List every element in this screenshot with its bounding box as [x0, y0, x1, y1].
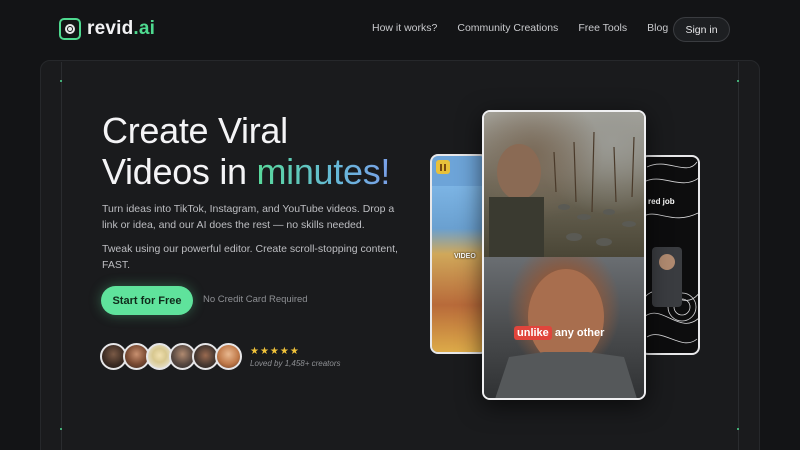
- video-caption: unlike any other: [514, 326, 604, 340]
- pause-icon[interactable]: [436, 160, 450, 174]
- game-scene-thumbnail: [432, 186, 486, 352]
- guide-dot: [60, 80, 62, 82]
- loved-by-creators: Loved by 1,458+ creators: [250, 359, 341, 368]
- left-guide-line: [61, 62, 62, 450]
- top-navbar: revid.ai How it works? Community Creatio…: [0, 0, 800, 60]
- hero-editor-description: Tweak using our powerful editor. Create …: [102, 243, 398, 271]
- nav-link-blog[interactable]: Blog: [647, 22, 668, 34]
- video-preview-card-right[interactable]: red job: [640, 155, 700, 355]
- guide-dot: [60, 428, 62, 430]
- nav-links: How it works? Community Creations Free T…: [372, 22, 668, 34]
- hero-description: Turn ideas into TikTok, Instagram, and Y…: [102, 203, 395, 231]
- topography-pattern: [642, 161, 698, 344]
- brand-logo[interactable]: revid.ai: [59, 18, 155, 40]
- nav-link-free-tools[interactable]: Free Tools: [578, 22, 627, 34]
- creator-avatars: [100, 343, 242, 370]
- brand-name: revid.ai: [87, 18, 156, 39]
- no-credit-card-note: No Credit Card Required: [203, 294, 308, 305]
- start-for-free-button[interactable]: Start for Free: [101, 286, 193, 315]
- right-guide-line: [738, 62, 739, 450]
- video-preview-card-main[interactable]: unlike any other: [482, 110, 646, 400]
- left-card-caption: VIDEO: [454, 253, 476, 260]
- headline-highlight: minutes!: [256, 151, 391, 192]
- video-preview-card-left[interactable]: VIDEO: [430, 154, 488, 354]
- sign-in-button[interactable]: Sign in: [673, 17, 730, 42]
- avatar: [215, 343, 242, 370]
- nav-link-how-it-works[interactable]: How it works?: [372, 22, 437, 34]
- battlefield-scene-thumbnail: [484, 112, 644, 257]
- nav-link-community-creations[interactable]: Community Creations: [457, 22, 558, 34]
- rating-stars: ★★★★★: [250, 346, 300, 357]
- guide-dot: [737, 80, 739, 82]
- logo-camera-icon: [59, 18, 81, 40]
- right-card-caption: red job: [648, 197, 675, 206]
- hero-headline: Create Viral Videos in minutes!: [102, 110, 391, 192]
- guide-dot: [737, 428, 739, 430]
